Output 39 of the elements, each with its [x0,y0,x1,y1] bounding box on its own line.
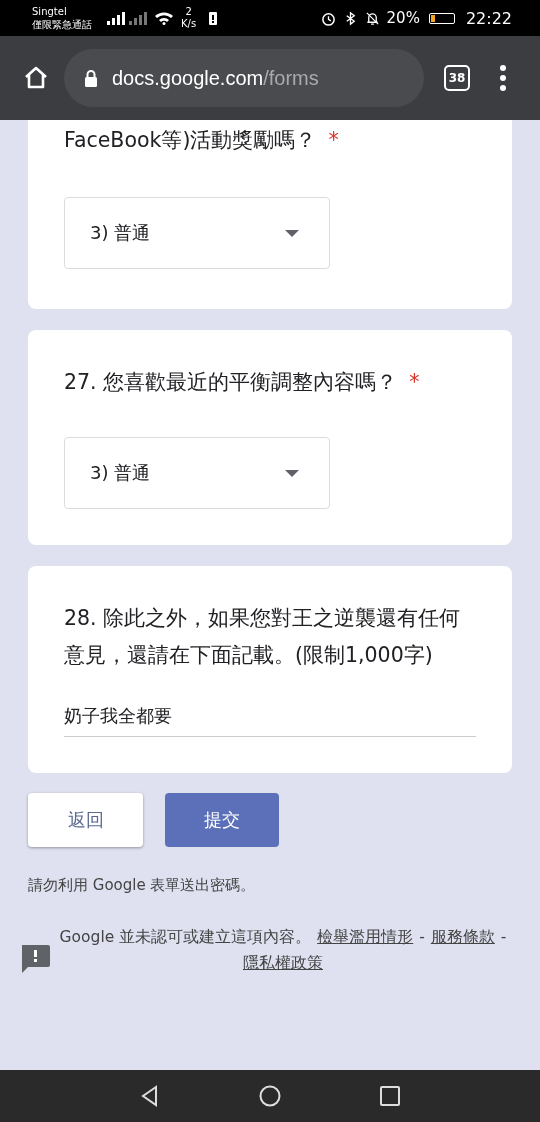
dropdown[interactable]: 3) 普通 [64,197,330,269]
address-bar[interactable]: docs.google.com/forms [64,49,424,107]
carrier-note: 僅限緊急通話 [32,18,92,31]
battery-alert-icon [209,11,218,25]
recents-nav-icon[interactable] [379,1085,401,1107]
speed-value: 2 [185,6,192,18]
speed-unit: K/s [181,18,197,30]
battery-icon [428,12,455,24]
footer-link[interactable]: 隱私權政策 [243,950,323,976]
url-text: docs.google.com/forms [112,66,319,90]
question-title: 27. 您喜歡最近的平衡調整內容嗎？ [64,370,398,394]
separator: - [419,927,425,948]
question-title: FaceBook等)活動獎勵嗎？ [64,128,317,152]
home-nav-icon[interactable] [259,1085,281,1107]
feedback-icon[interactable] [20,944,50,974]
dropdown[interactable]: 3) 普通 [64,437,330,509]
caret-icon [285,469,299,477]
tab-count-button[interactable]: 38 [444,65,470,91]
disclaimer-text: Google 並未認可或建立這項內容。 [59,927,312,948]
carrier-name: Singtel [32,5,68,18]
answer-field[interactable]: 奶子我全都要 [64,704,476,737]
caret-icon [285,229,299,237]
wifi-icon [154,11,174,25]
clock: 22:22 [465,8,512,28]
lock-icon [84,69,98,87]
footer-link[interactable]: 檢舉濫用情形 [317,924,414,950]
battery-percent: 20% [386,9,420,27]
required-mark: * [409,370,420,394]
submit-button[interactable]: 提交 [165,793,279,847]
more-menu-icon[interactable] [500,65,506,91]
separator: - [500,927,507,948]
question-title: 28. 除此之外，如果您對王之逆襲還有任何意見，還請在下面記載。(限制1,000字) [64,606,461,667]
bell-off-icon [364,10,380,26]
required-mark: * [328,128,339,152]
footer-link[interactable]: 服務條款 [430,924,495,950]
password-warning: 請勿利用 Google 表單送出密碼。 [28,876,257,895]
back-button[interactable]: 返回 [28,793,143,847]
signal-icon [107,11,147,25]
alarm-icon [320,10,336,26]
